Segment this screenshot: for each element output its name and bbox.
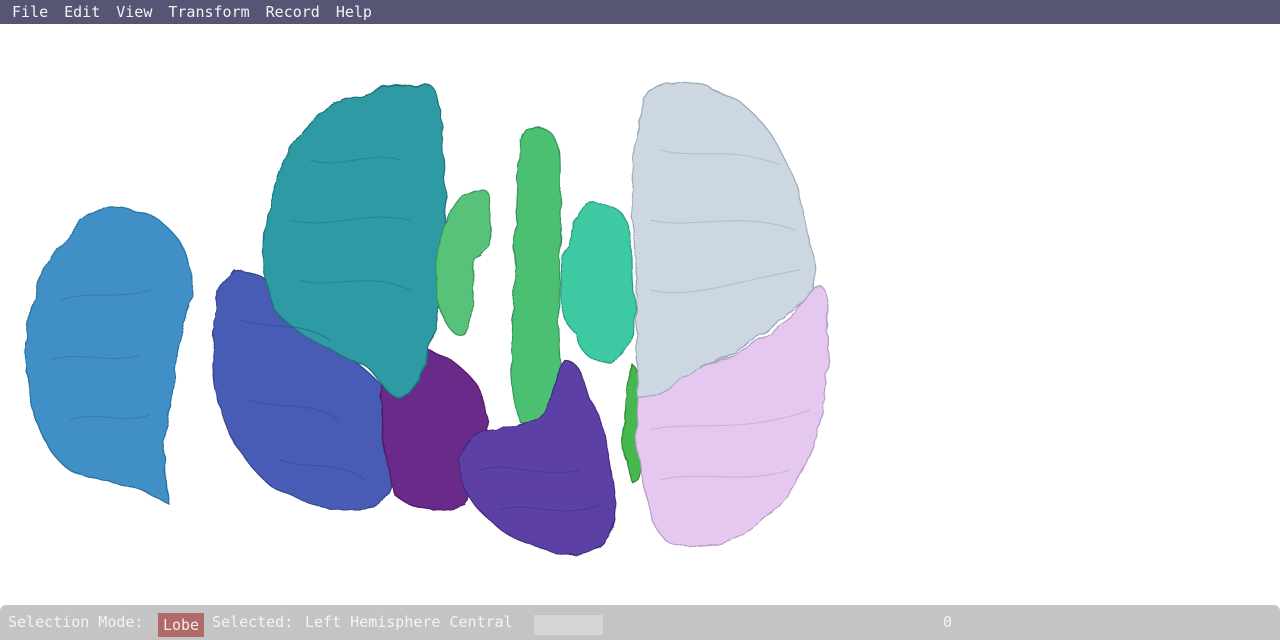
counter: 0 [943, 613, 953, 631]
lobe-green-column[interactable] [510, 126, 561, 426]
selection-mode-badge[interactable]: Lobe [158, 613, 204, 637]
selected-label: Selected: [212, 613, 294, 631]
status-bar: Selection Mode: Lobe Selected: Left Hemi… [0, 605, 1280, 640]
brain-model[interactable] [0, 0, 1280, 640]
lobe-blue[interactable] [25, 206, 193, 504]
3d-viewport[interactable] [0, 24, 1280, 605]
lobe-aqua[interactable] [559, 203, 637, 363]
progress-bar [534, 615, 603, 635]
selected-value: Left Hemisphere Central [305, 613, 513, 631]
selection-mode-label: Selection Mode: [8, 613, 144, 631]
